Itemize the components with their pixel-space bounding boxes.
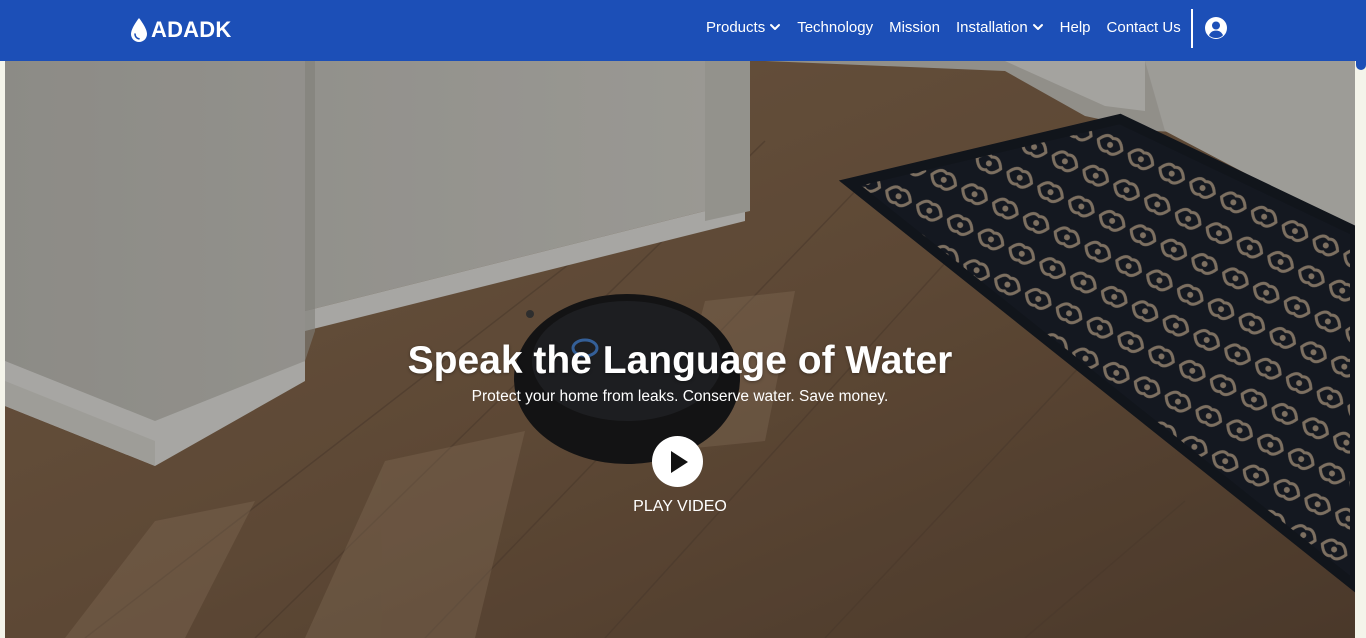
nav-item-installation[interactable]: Installation (956, 19, 1044, 36)
main-nav: Products Technology Mission Installation… (706, 17, 1181, 37)
nav-item-label: Installation (955, 18, 1028, 36)
play-video-button[interactable] (652, 436, 703, 487)
play-video-label: PLAY VIDEO (5, 498, 1355, 516)
scrollbar-track[interactable] (1356, 0, 1366, 638)
brand-name: ADADK (151, 17, 232, 42)
nav-item-label: Products (706, 18, 766, 36)
nav-item-label: Technology (797, 18, 874, 36)
hero-subtitle: Protect your home from leaks. Conserve w… (471, 388, 889, 405)
hero-section: Speak the Language of Water Protect your… (5, 61, 1355, 638)
chevron-down-icon (1032, 24, 1043, 30)
nav-item-help[interactable]: Help (1060, 19, 1091, 36)
brand-logo[interactable]: ADADK (129, 14, 231, 46)
water-drop-icon (131, 18, 147, 42)
nav-item-label: Contact Us (1106, 18, 1181, 36)
nav-item-label: Mission (889, 18, 940, 36)
chevron-down-icon (770, 24, 781, 30)
nav-item-technology[interactable]: Technology (797, 19, 873, 36)
play-icon (670, 450, 688, 473)
hero-title: Speak the Language of Water (407, 339, 953, 382)
top-navbar: ADADK Products Technology Mission Instal… (0, 0, 1366, 61)
play-video-link[interactable]: PLAY VIDEO (633, 498, 727, 515)
nav-item-contact-us[interactable]: Contact Us (1107, 19, 1181, 36)
nav-item-products[interactable]: Products (706, 19, 781, 36)
nav-item-mission[interactable]: Mission (889, 19, 940, 36)
nav-item-label: Help (1059, 18, 1091, 36)
nav-divider (1191, 9, 1193, 48)
user-circle-icon[interactable] (1204, 16, 1228, 40)
